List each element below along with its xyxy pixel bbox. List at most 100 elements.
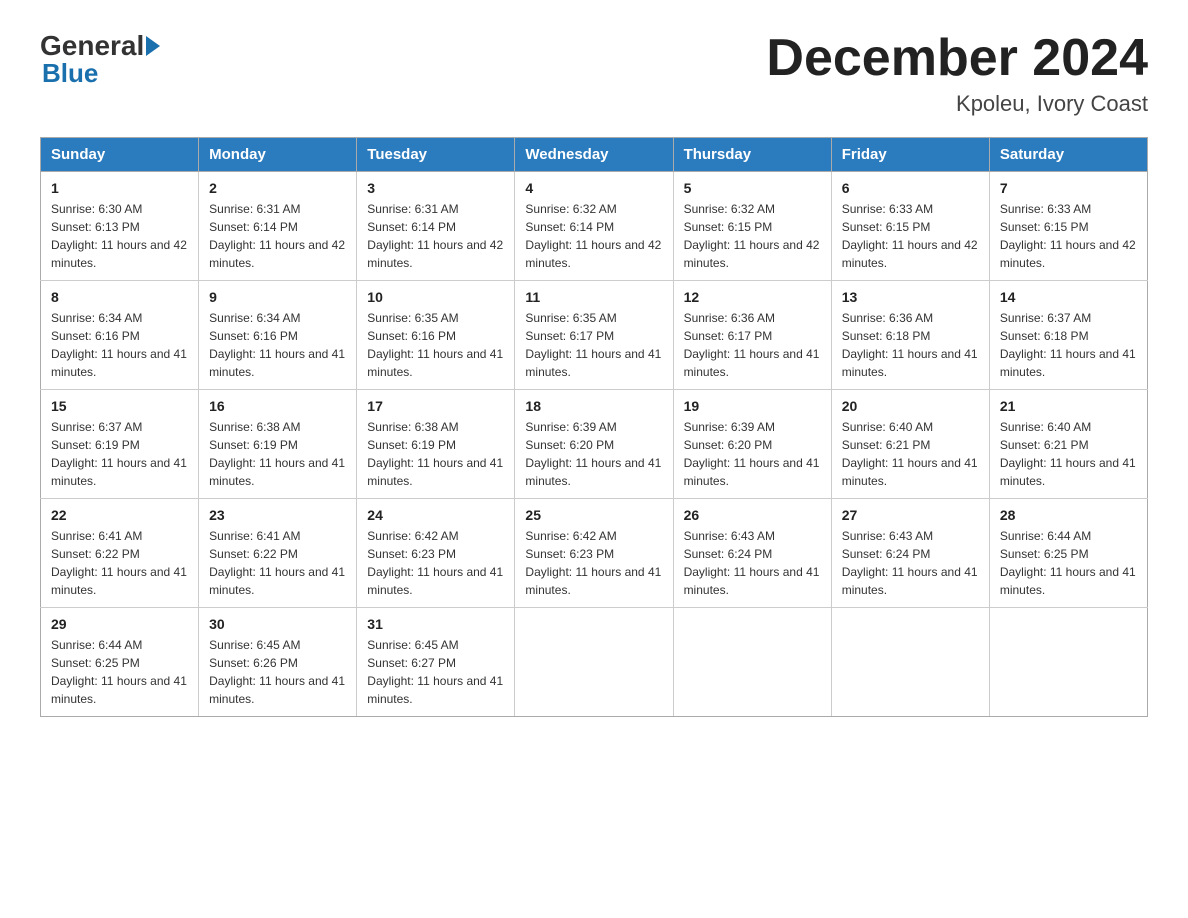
day-info: Sunrise: 6:44 AMSunset: 6:25 PMDaylight:… <box>51 638 187 706</box>
day-info: Sunrise: 6:43 AMSunset: 6:24 PMDaylight:… <box>842 529 978 597</box>
header-tuesday: Tuesday <box>357 138 515 172</box>
day-number: 19 <box>684 398 821 414</box>
calendar-cell: 8 Sunrise: 6:34 AMSunset: 6:16 PMDayligh… <box>41 281 199 390</box>
calendar-cell: 22 Sunrise: 6:41 AMSunset: 6:22 PMDaylig… <box>41 499 199 608</box>
day-number: 30 <box>209 616 346 632</box>
day-info: Sunrise: 6:35 AMSunset: 6:17 PMDaylight:… <box>525 311 661 379</box>
calendar-cell: 14 Sunrise: 6:37 AMSunset: 6:18 PMDaylig… <box>989 281 1147 390</box>
day-info: Sunrise: 6:41 AMSunset: 6:22 PMDaylight:… <box>51 529 187 597</box>
day-number: 5 <box>684 180 821 196</box>
calendar-cell: 10 Sunrise: 6:35 AMSunset: 6:16 PMDaylig… <box>357 281 515 390</box>
day-number: 23 <box>209 507 346 523</box>
day-number: 7 <box>1000 180 1137 196</box>
day-number: 17 <box>367 398 504 414</box>
calendar-cell: 30 Sunrise: 6:45 AMSunset: 6:26 PMDaylig… <box>199 608 357 717</box>
day-info: Sunrise: 6:32 AMSunset: 6:15 PMDaylight:… <box>684 202 820 270</box>
day-number: 27 <box>842 507 979 523</box>
calendar-cell: 19 Sunrise: 6:39 AMSunset: 6:20 PMDaylig… <box>673 390 831 499</box>
page-header: General Blue December 2024 Kpoleu, Ivory… <box>40 30 1148 117</box>
logo-blue-text: Blue <box>42 58 98 89</box>
calendar-cell <box>831 608 989 717</box>
calendar-body: 1 Sunrise: 6:30 AMSunset: 6:13 PMDayligh… <box>41 172 1148 717</box>
day-info: Sunrise: 6:42 AMSunset: 6:23 PMDaylight:… <box>367 529 503 597</box>
calendar-cell: 5 Sunrise: 6:32 AMSunset: 6:15 PMDayligh… <box>673 172 831 281</box>
day-number: 12 <box>684 289 821 305</box>
day-info: Sunrise: 6:41 AMSunset: 6:22 PMDaylight:… <box>209 529 345 597</box>
day-info: Sunrise: 6:39 AMSunset: 6:20 PMDaylight:… <box>525 420 661 488</box>
day-info: Sunrise: 6:42 AMSunset: 6:23 PMDaylight:… <box>525 529 661 597</box>
calendar-cell: 6 Sunrise: 6:33 AMSunset: 6:15 PMDayligh… <box>831 172 989 281</box>
day-number: 1 <box>51 180 188 196</box>
calendar-cell: 21 Sunrise: 6:40 AMSunset: 6:21 PMDaylig… <box>989 390 1147 499</box>
day-info: Sunrise: 6:36 AMSunset: 6:17 PMDaylight:… <box>684 311 820 379</box>
day-info: Sunrise: 6:34 AMSunset: 6:16 PMDaylight:… <box>51 311 187 379</box>
calendar-cell: 24 Sunrise: 6:42 AMSunset: 6:23 PMDaylig… <box>357 499 515 608</box>
calendar-cell: 31 Sunrise: 6:45 AMSunset: 6:27 PMDaylig… <box>357 608 515 717</box>
day-info: Sunrise: 6:45 AMSunset: 6:26 PMDaylight:… <box>209 638 345 706</box>
calendar-cell: 20 Sunrise: 6:40 AMSunset: 6:21 PMDaylig… <box>831 390 989 499</box>
day-info: Sunrise: 6:44 AMSunset: 6:25 PMDaylight:… <box>1000 529 1136 597</box>
week-row-5: 29 Sunrise: 6:44 AMSunset: 6:25 PMDaylig… <box>41 608 1148 717</box>
calendar-cell <box>515 608 673 717</box>
day-info: Sunrise: 6:38 AMSunset: 6:19 PMDaylight:… <box>209 420 345 488</box>
day-number: 28 <box>1000 507 1137 523</box>
calendar-cell: 13 Sunrise: 6:36 AMSunset: 6:18 PMDaylig… <box>831 281 989 390</box>
week-row-2: 8 Sunrise: 6:34 AMSunset: 6:16 PMDayligh… <box>41 281 1148 390</box>
day-number: 13 <box>842 289 979 305</box>
calendar-cell: 3 Sunrise: 6:31 AMSunset: 6:14 PMDayligh… <box>357 172 515 281</box>
header-saturday: Saturday <box>989 138 1147 172</box>
calendar-cell: 17 Sunrise: 6:38 AMSunset: 6:19 PMDaylig… <box>357 390 515 499</box>
calendar-cell: 18 Sunrise: 6:39 AMSunset: 6:20 PMDaylig… <box>515 390 673 499</box>
calendar-cell: 9 Sunrise: 6:34 AMSunset: 6:16 PMDayligh… <box>199 281 357 390</box>
header-wednesday: Wednesday <box>515 138 673 172</box>
calendar-cell: 4 Sunrise: 6:32 AMSunset: 6:14 PMDayligh… <box>515 172 673 281</box>
day-number: 8 <box>51 289 188 305</box>
week-row-4: 22 Sunrise: 6:41 AMSunset: 6:22 PMDaylig… <box>41 499 1148 608</box>
title-block: December 2024 Kpoleu, Ivory Coast <box>766 30 1148 117</box>
logo-arrow-icon <box>146 36 160 56</box>
header-monday: Monday <box>199 138 357 172</box>
day-info: Sunrise: 6:38 AMSunset: 6:19 PMDaylight:… <box>367 420 503 488</box>
calendar-header-row: SundayMondayTuesdayWednesdayThursdayFrid… <box>41 138 1148 172</box>
header-sunday: Sunday <box>41 138 199 172</box>
day-info: Sunrise: 6:36 AMSunset: 6:18 PMDaylight:… <box>842 311 978 379</box>
day-info: Sunrise: 6:32 AMSunset: 6:14 PMDaylight:… <box>525 202 661 270</box>
day-number: 21 <box>1000 398 1137 414</box>
calendar-cell <box>673 608 831 717</box>
day-number: 16 <box>209 398 346 414</box>
day-number: 18 <box>525 398 662 414</box>
calendar-header: SundayMondayTuesdayWednesdayThursdayFrid… <box>41 138 1148 172</box>
day-info: Sunrise: 6:35 AMSunset: 6:16 PMDaylight:… <box>367 311 503 379</box>
day-info: Sunrise: 6:31 AMSunset: 6:14 PMDaylight:… <box>209 202 345 270</box>
day-info: Sunrise: 6:30 AMSunset: 6:13 PMDaylight:… <box>51 202 187 270</box>
day-number: 14 <box>1000 289 1137 305</box>
day-number: 6 <box>842 180 979 196</box>
day-info: Sunrise: 6:39 AMSunset: 6:20 PMDaylight:… <box>684 420 820 488</box>
day-number: 10 <box>367 289 504 305</box>
day-info: Sunrise: 6:40 AMSunset: 6:21 PMDaylight:… <box>842 420 978 488</box>
day-number: 2 <box>209 180 346 196</box>
header-friday: Friday <box>831 138 989 172</box>
day-info: Sunrise: 6:37 AMSunset: 6:19 PMDaylight:… <box>51 420 187 488</box>
header-thursday: Thursday <box>673 138 831 172</box>
calendar-title: December 2024 <box>766 30 1148 87</box>
day-number: 4 <box>525 180 662 196</box>
calendar-subtitle: Kpoleu, Ivory Coast <box>766 91 1148 117</box>
calendar-table: SundayMondayTuesdayWednesdayThursdayFrid… <box>40 137 1148 717</box>
calendar-cell: 15 Sunrise: 6:37 AMSunset: 6:19 PMDaylig… <box>41 390 199 499</box>
day-number: 31 <box>367 616 504 632</box>
day-info: Sunrise: 6:34 AMSunset: 6:16 PMDaylight:… <box>209 311 345 379</box>
day-number: 11 <box>525 289 662 305</box>
day-info: Sunrise: 6:40 AMSunset: 6:21 PMDaylight:… <box>1000 420 1136 488</box>
day-number: 24 <box>367 507 504 523</box>
day-number: 3 <box>367 180 504 196</box>
day-info: Sunrise: 6:33 AMSunset: 6:15 PMDaylight:… <box>842 202 978 270</box>
day-info: Sunrise: 6:37 AMSunset: 6:18 PMDaylight:… <box>1000 311 1136 379</box>
week-row-1: 1 Sunrise: 6:30 AMSunset: 6:13 PMDayligh… <box>41 172 1148 281</box>
calendar-cell: 26 Sunrise: 6:43 AMSunset: 6:24 PMDaylig… <box>673 499 831 608</box>
week-row-3: 15 Sunrise: 6:37 AMSunset: 6:19 PMDaylig… <box>41 390 1148 499</box>
day-number: 26 <box>684 507 821 523</box>
calendar-cell: 7 Sunrise: 6:33 AMSunset: 6:15 PMDayligh… <box>989 172 1147 281</box>
calendar-cell: 16 Sunrise: 6:38 AMSunset: 6:19 PMDaylig… <box>199 390 357 499</box>
calendar-cell: 2 Sunrise: 6:31 AMSunset: 6:14 PMDayligh… <box>199 172 357 281</box>
